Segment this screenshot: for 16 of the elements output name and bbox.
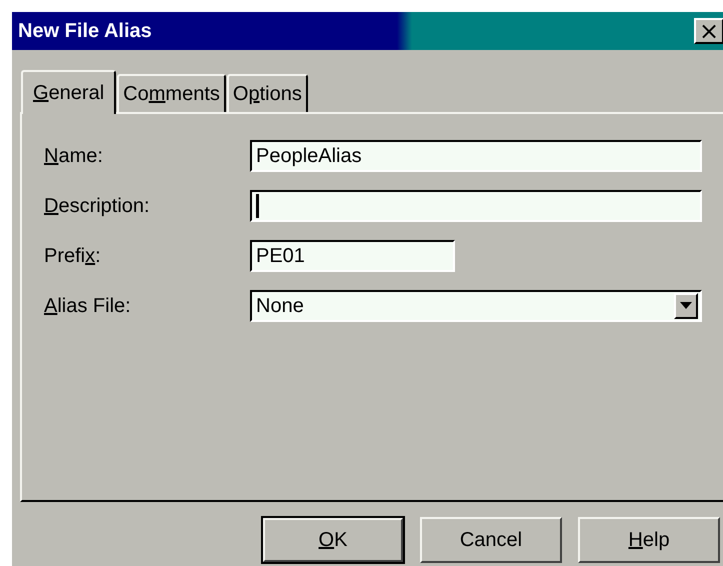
dialog-button[interactable]: Cancel: [420, 517, 562, 563]
dropdown[interactable]: None: [250, 290, 702, 322]
field-label: Alias File:: [44, 294, 132, 318]
window-title: New File Alias: [18, 20, 152, 42]
close-button[interactable]: ×: [694, 18, 723, 44]
tab[interactable]: Comments: [117, 74, 226, 112]
dialog-button[interactable]: OK: [262, 517, 404, 563]
input-field[interactable]: [250, 190, 702, 222]
tab[interactable]: General: [21, 70, 116, 114]
input-field[interactable]: PeopleAlias: [250, 140, 702, 172]
field-label: Name:: [44, 144, 104, 168]
field-label: Prefix:: [44, 244, 102, 268]
field-label: Description:: [44, 194, 151, 218]
tab[interactable]: Options: [226, 74, 308, 112]
input-field[interactable]: PE01: [250, 240, 455, 272]
dialog-button[interactable]: Help: [578, 517, 720, 563]
